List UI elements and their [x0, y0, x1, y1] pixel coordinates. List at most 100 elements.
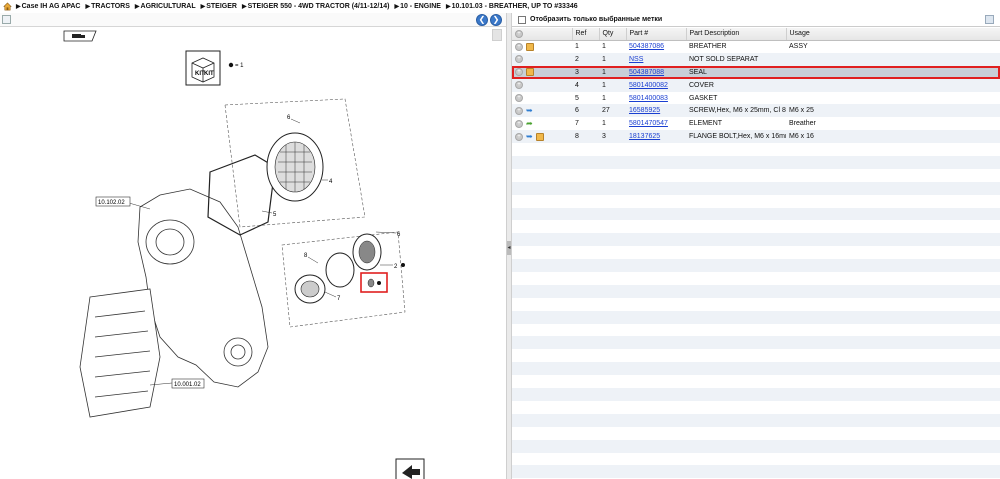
kit-legend: = 1 [235, 63, 244, 69]
add-to-cart-icon[interactable]: + [515, 94, 523, 102]
cell-usage: M6 x 16 [786, 130, 1000, 144]
empty-row [512, 156, 1000, 169]
column-header-description[interactable]: Part Description [686, 28, 787, 41]
cell-qty: 1 [599, 52, 626, 66]
callout-frame-10-102-02: 10.102.02 [98, 200, 125, 206]
column-header-qty[interactable]: Qty [599, 28, 627, 41]
callout-ref-2: 2 [394, 264, 398, 270]
column-header-ref[interactable]: Ref [572, 28, 600, 41]
empty-row [512, 323, 1000, 337]
add-to-cart-icon[interactable]: + [515, 42, 523, 51]
part-number-link[interactable]: 504387088 [629, 69, 664, 76]
header-actions-icon[interactable]: + [512, 28, 573, 41]
cell-description: SCREW,Hex, M6 x 25mm, Cl 8.8 [686, 104, 786, 118]
add-to-cart-icon[interactable]: + [515, 68, 523, 77]
empty-row [512, 452, 1000, 466]
empty-row [512, 272, 1000, 285]
replacement-arrow-icon[interactable]: ➥ [526, 106, 533, 115]
part-number-link[interactable]: 18137625 [629, 133, 660, 140]
empty-row [512, 413, 1000, 427]
table-row[interactable]: +4 1 5801400082 COVER [512, 78, 1000, 92]
expand-icon[interactable] [2, 15, 11, 24]
kit-box-icon[interactable] [526, 68, 534, 77]
part-number-link[interactable]: NSS [629, 56, 643, 63]
empty-row [512, 284, 1000, 298]
cell-ref: 4 [572, 78, 599, 92]
part-number-link[interactable]: 5801470547 [629, 120, 668, 127]
cell-part-number: 16585925 [626, 104, 686, 118]
breadcrumb-item-tractors[interactable]: TRACTORS [91, 3, 130, 10]
row-icons: + [512, 78, 572, 92]
show-selected-only-label: Отобразить только выбранные метки [530, 16, 663, 23]
kit-label: KIT [204, 71, 214, 77]
cell-description: BREATHER [686, 40, 786, 53]
cell-ref: 5 [572, 91, 599, 105]
gasket-part[interactable] [207, 154, 276, 236]
export-icon[interactable] [395, 458, 425, 479]
empty-row [512, 362, 1000, 376]
part-number-link[interactable]: 5801400083 [629, 95, 668, 102]
add-to-cart-icon[interactable]: + [515, 106, 523, 115]
o-ring-part[interactable] [325, 252, 355, 288]
table-row[interactable]: + ➥ 6 27 16585925 SCREW,Hex, M6 x 25mm, Cl 8.… [512, 104, 1000, 118]
cell-usage [786, 52, 1000, 66]
breadcrumb-item-brand[interactable]: Case IH AG APAC [22, 3, 81, 10]
table-row[interactable]: +5 1 5801400083 GASKET [512, 91, 1000, 105]
breather-body-part[interactable] [352, 233, 382, 271]
cell-ref: 8 [572, 130, 599, 144]
table-header-row: + Ref Qty Part # Part Description Usage [512, 28, 1000, 41]
empty-row [512, 297, 1000, 311]
cell-qty: 1 [599, 117, 626, 131]
cell-ref: 1 [572, 40, 599, 53]
part-number-link[interactable]: 16585925 [629, 107, 660, 114]
cell-usage [786, 91, 1000, 105]
truck-icon[interactable] [63, 30, 97, 42]
seal-part[interactable] [367, 278, 375, 288]
add-to-cart-icon[interactable]: + [515, 81, 523, 90]
substitute-arrow-icon[interactable]: ➦ [526, 119, 533, 128]
replacement-arrow-icon[interactable]: ➥ [526, 132, 533, 141]
cell-qty: 3 [599, 130, 626, 144]
cell-usage: Breather [786, 117, 1000, 131]
empty-row [512, 220, 1000, 234]
cell-description: GASKET [686, 91, 786, 105]
part-number-link[interactable]: 504387086 [629, 43, 664, 50]
cell-ref: 2 [572, 52, 599, 66]
grid-options-icon[interactable] [985, 15, 994, 24]
row-icons: + ➥ [512, 130, 572, 144]
table-row[interactable]: +2 1 NSS NOT SOLD SEPARAT [512, 52, 1000, 66]
breather-element-part[interactable] [294, 274, 326, 304]
table-row[interactable]: +1 1 504387086 BREATHER ASSY [512, 40, 1000, 53]
kit-box-icon[interactable] [526, 42, 534, 51]
cell-usage: ASSY [786, 40, 1000, 53]
table-row[interactable]: + ➥ 8 3 18137625 FLANGE BOLT,Hex, M6 x 16mm M6… [512, 130, 1000, 144]
column-header-part-number[interactable]: Part # [626, 28, 687, 41]
breadcrumb-item-steiger[interactable]: STEIGER [206, 3, 237, 10]
cell-part-number: 5801400083 [626, 91, 686, 105]
callout-ref-6: 6 [397, 232, 401, 238]
breadcrumb-item-agricultural[interactable]: AGRICULTURAL [141, 3, 196, 10]
kit-bullet-icon [228, 62, 234, 68]
breadcrumb-item-engine[interactable]: 10 - ENGINE [400, 3, 441, 10]
next-diagram-button[interactable]: ❯ [490, 14, 502, 26]
crumb-separator-icon: ▶ [134, 4, 140, 10]
breadcrumb-item-model[interactable]: STEIGER 550 - 4WD TRACTOR (4/11-12/14) [248, 3, 390, 10]
add-to-cart-icon[interactable]: + [515, 119, 523, 128]
add-to-cart-icon[interactable]: + [515, 55, 523, 64]
cell-qty: 1 [599, 65, 626, 79]
part-number-link[interactable]: 5801400082 [629, 82, 668, 89]
table-row[interactable]: +3 1 504387088 SEAL [512, 65, 1000, 79]
kit-box-icon[interactable] [535, 132, 544, 141]
cell-description: COVER [686, 78, 786, 92]
home-icon[interactable] [3, 2, 12, 11]
add-to-cart-icon[interactable]: + [515, 132, 523, 141]
column-header-usage[interactable]: Usage [786, 28, 1000, 41]
collapse-arrow-icon[interactable]: ◂ [507, 241, 511, 255]
callout-ref-7: 7 [337, 296, 341, 302]
show-selected-only-checkbox[interactable] [518, 15, 526, 24]
kit-bullet-icon [401, 263, 405, 267]
cell-part-number: 18137625 [626, 130, 686, 144]
table-row[interactable]: + ➦ 7 1 5801470547 ELEMENT Breather [512, 117, 1000, 131]
cover-part[interactable] [266, 132, 324, 202]
previous-diagram-button[interactable]: ❮ [476, 14, 488, 26]
